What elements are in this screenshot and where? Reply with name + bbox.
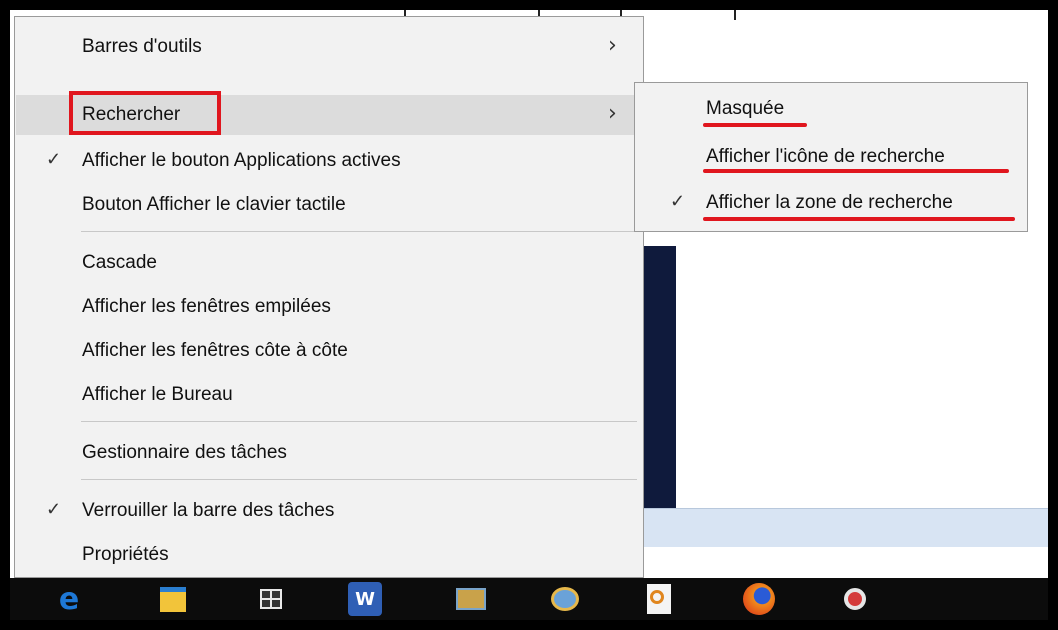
menu-item-gestionnaire-taches[interactable]: Gestionnaire des tâches (16, 433, 642, 473)
menu-item-barres-outils[interactable]: Barres d'outils › (16, 27, 642, 67)
taskbar: e W (10, 578, 1048, 620)
checkmark-icon: ✓ (46, 499, 62, 519)
menu-item-afficher-bouton-applications[interactable]: ✓ Afficher le bouton Applications active… (16, 141, 642, 181)
menu-item-label: Cascade (82, 252, 157, 273)
submenu-item-masquee[interactable]: Masquée (636, 87, 1026, 131)
annotation-underline (703, 217, 1015, 221)
chevron-right-icon: › (608, 101, 617, 126)
menu-item-proprietes[interactable]: Propriétés (16, 535, 642, 575)
menu-item-label: Barres d'outils (82, 36, 202, 57)
menu-item-label: Afficher les fenêtres empilées (82, 296, 331, 317)
file-explorer-icon[interactable] (156, 582, 190, 616)
menu-separator (81, 479, 637, 480)
menu-item-label: Afficher les fenêtres côte à côte (82, 340, 348, 361)
chevron-right-icon: › (608, 33, 617, 58)
search-document-icon[interactable] (642, 582, 676, 616)
menu-item-label: Afficher le Bureau (82, 384, 233, 405)
word-icon[interactable]: W (348, 582, 382, 616)
menu-item-label: Rechercher (82, 104, 181, 125)
snipping-tool-icon[interactable] (838, 582, 872, 616)
mail-icon[interactable] (454, 582, 488, 616)
background-window-strip (632, 508, 1048, 547)
menu-item-label: Propriétés (82, 544, 169, 565)
menu-item-label: Bouton Afficher le clavier tactile (82, 194, 346, 215)
paint-icon[interactable] (548, 582, 582, 616)
menu-item-label: Gestionnaire des tâches (82, 442, 287, 463)
menu-separator (81, 231, 637, 232)
menu-item-cascade[interactable]: Cascade (16, 243, 642, 283)
annotation-underline (703, 123, 807, 127)
menu-item-fenetres-empilees[interactable]: Afficher les fenêtres empilées (16, 287, 642, 327)
checkmark-icon: ✓ (670, 191, 686, 211)
menu-item-clavier-tactile[interactable]: Bouton Afficher le clavier tactile (16, 185, 642, 225)
menu-item-label: Afficher le bouton Applications actives (82, 150, 401, 171)
taskbar-context-menu: Barres d'outils › Rechercher › ✓ Affiche… (14, 16, 644, 578)
menu-item-verrouiller-barre[interactable]: ✓ Verrouiller la barre des tâches (16, 491, 642, 531)
edge-icon[interactable]: e (52, 582, 86, 617)
annotation-underline (703, 169, 1009, 173)
menu-item-fenetres-cote-a-cote[interactable]: Afficher les fenêtres côte à côte (16, 331, 642, 371)
submenu-item-label: Masquée (706, 98, 785, 119)
search-submenu: Masquée Afficher l'icône de recherche ✓ … (634, 82, 1028, 232)
menu-item-label: Verrouiller la barre des tâches (82, 500, 335, 521)
menu-separator (81, 421, 637, 422)
checkmark-icon: ✓ (46, 149, 62, 169)
desktop: e W Barres d'outils › Rechercher › ✓ Aff… (10, 10, 1048, 620)
firefox-icon[interactable] (742, 582, 776, 616)
submenu-item-label: Afficher l'icône de recherche (706, 146, 945, 167)
menu-item-afficher-bureau[interactable]: Afficher le Bureau (16, 375, 642, 415)
submenu-item-label: Afficher la zone de recherche (706, 192, 953, 213)
windows-store-icon[interactable] (254, 582, 288, 616)
menu-item-rechercher[interactable]: Rechercher › (16, 95, 642, 135)
